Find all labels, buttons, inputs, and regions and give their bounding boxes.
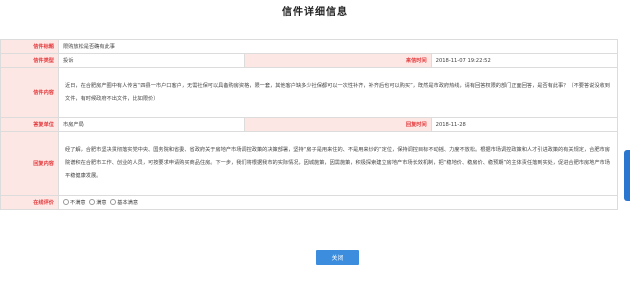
- row-subject: 信件标题 限购放松是否确有此事: [0, 39, 618, 54]
- close-button[interactable]: 关闭: [316, 250, 359, 265]
- letter-detail-table: 信件标题 限购放松是否确有此事 信件类型 投诉 来信时间 2018-11-07 …: [0, 39, 619, 210]
- row-rating: 在线评价 不满意 满意 基本满意: [0, 195, 618, 210]
- rating-option-satisfied[interactable]: 满意: [89, 199, 107, 206]
- radio-icon[interactable]: [89, 199, 96, 205]
- reply-time-label: 回复时间: [244, 117, 432, 132]
- row-reply-unit-time: 答复单位 市房产局 回复时间 2018-11-28: [0, 117, 619, 132]
- radio-icon[interactable]: [63, 199, 69, 205]
- type-label: 信件类型: [0, 53, 59, 68]
- row-reply-content: 回复内容 经了解，合肥市坚决贯彻落实党中央、国务院和省委、省政府关于房地产市场调…: [0, 131, 618, 196]
- radio-icon[interactable]: [110, 199, 117, 205]
- side-float-tab[interactable]: [624, 150, 630, 201]
- row-content: 信件内容 近日，在合肥房产圈中有人传言“四县一市户口客户，无需社保可以具备购房资…: [0, 67, 618, 118]
- page-title: 信件详细信息: [282, 7, 348, 18]
- content-label: 信件内容: [0, 67, 59, 118]
- reply-time-value: 2018-11-28: [430, 117, 619, 132]
- reply-content-value: 经了解，合肥市坚决贯彻落实党中央、国务院和省委、省政府关于房地产市场调控政策的决…: [58, 131, 618, 196]
- rating-option-unsatisfied[interactable]: 不满意: [63, 199, 86, 206]
- send-time-label: 来信时间: [244, 53, 432, 68]
- subject-label: 信件标题: [0, 39, 59, 54]
- rating-options: 不满意 满意 基本满意: [58, 195, 618, 210]
- page-header: 信件详细信息: [0, 0, 630, 18]
- send-time-value: 2018-11-07 19:22:52: [430, 53, 619, 68]
- reply-unit-label: 答复单位: [0, 117, 59, 132]
- rating-label: 在线评价: [0, 195, 59, 210]
- rating-option-basically-satisfied[interactable]: 基本满意: [110, 199, 138, 206]
- content-value: 近日，在合肥房产圈中有人传言“四县一市户口客户，无需社保可以具备购房资格，限一套…: [58, 67, 618, 118]
- reply-unit-value: 市房产局: [57, 117, 246, 132]
- row-type-time: 信件类型 投诉 来信时间 2018-11-07 19:22:52: [0, 53, 619, 68]
- reply-content-label: 回复内容: [0, 131, 59, 196]
- subject-value: 限购放松是否确有此事: [58, 39, 618, 54]
- type-value: 投诉: [57, 53, 246, 68]
